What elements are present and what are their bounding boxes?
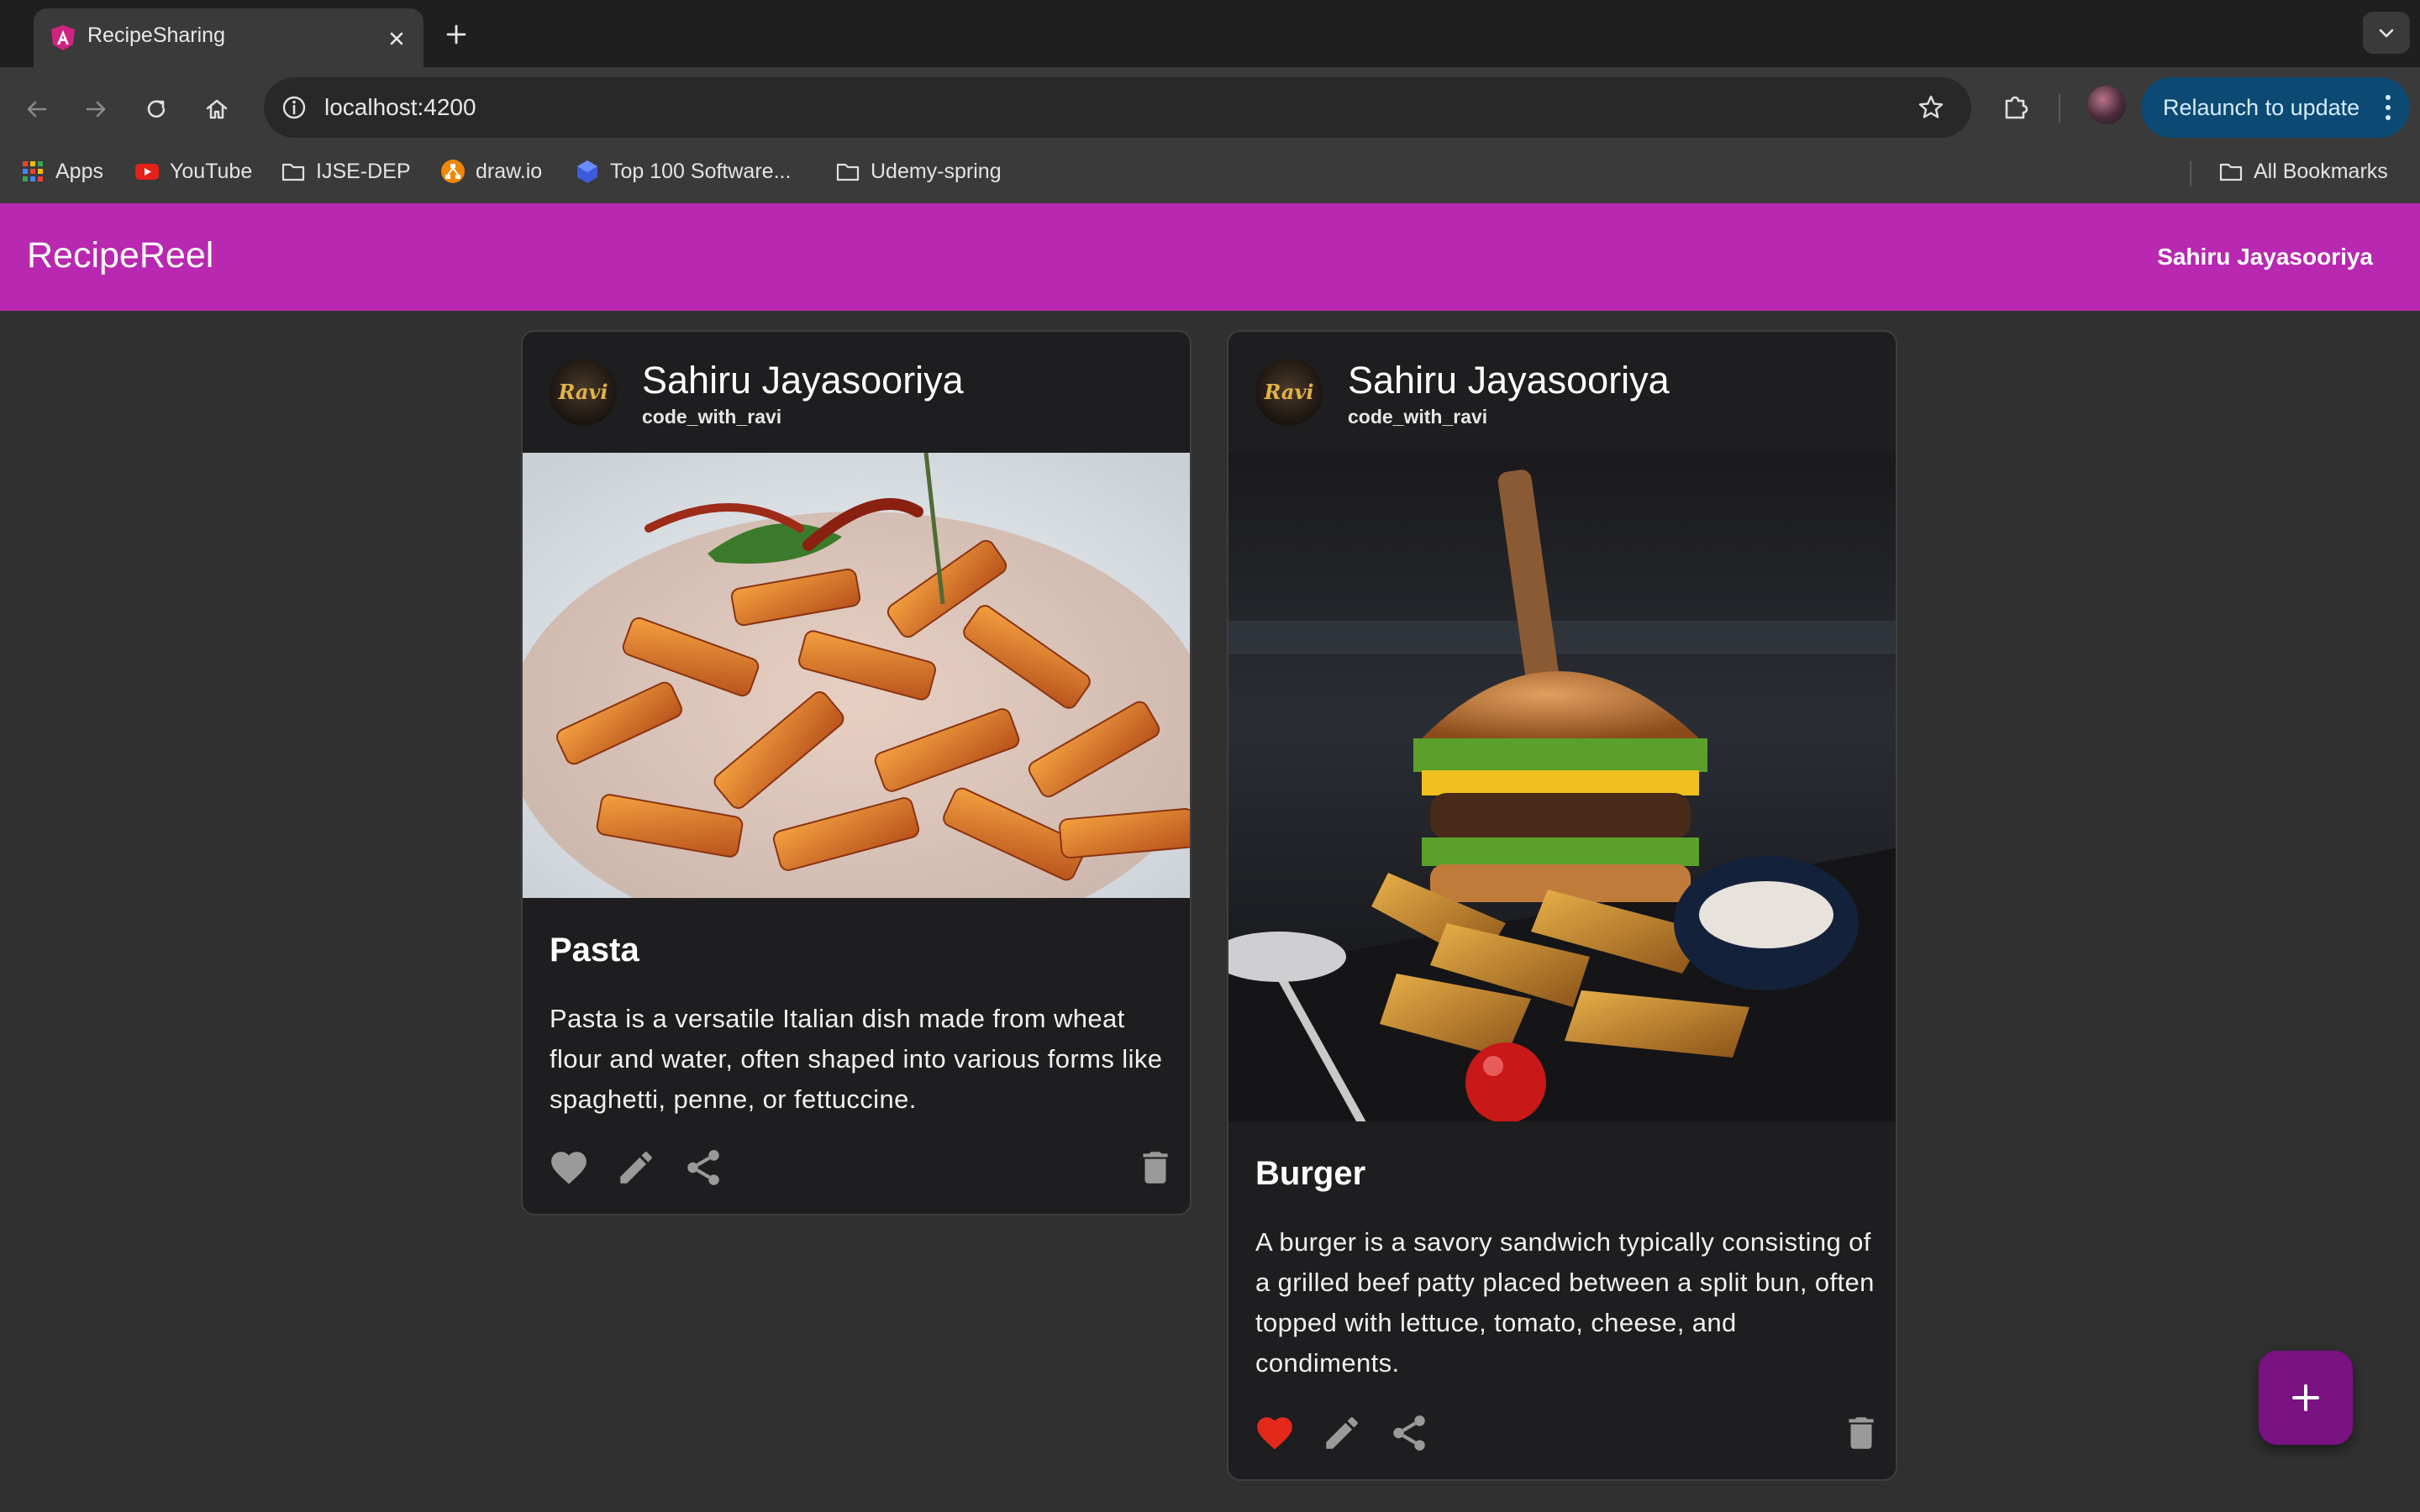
url-text: localhost:4200 bbox=[324, 94, 476, 120]
tab-title: RecipeSharing bbox=[87, 24, 225, 47]
bookmark-label: Apps bbox=[55, 159, 103, 183]
bookmarks-bar: Apps YouTube IJSE-DEP draw.io Top 100 So… bbox=[0, 148, 2420, 195]
pencil-icon bbox=[620, 1152, 652, 1184]
heart-icon bbox=[1257, 1417, 1292, 1450]
app-header: RecipeReel Sahiru Jayasooriya bbox=[0, 203, 2420, 311]
share-icon bbox=[687, 1150, 719, 1185]
share-button[interactable] bbox=[682, 1147, 724, 1189]
bookmarks-divider bbox=[2190, 161, 2191, 186]
all-bookmarks-label: All Bookmarks bbox=[2254, 159, 2388, 183]
angular-favicon-icon bbox=[51, 25, 75, 50]
delete-button[interactable] bbox=[1134, 1147, 1176, 1189]
cube-icon bbox=[577, 160, 597, 183]
puzzle-icon bbox=[2005, 96, 2028, 119]
header-user-name[interactable]: Sahiru Jayasooriya bbox=[2157, 244, 2373, 270]
pasta-photo bbox=[523, 453, 1190, 898]
bookmark-apps[interactable]: Apps bbox=[20, 156, 103, 186]
plus-icon bbox=[2292, 1384, 2319, 1411]
back-button[interactable] bbox=[17, 89, 57, 129]
bookmark-label: draw.io bbox=[476, 159, 543, 183]
drawio-icon bbox=[441, 160, 465, 183]
bookmark-label: Top 100 Software... bbox=[610, 159, 792, 183]
apps-grid-icon bbox=[23, 161, 43, 181]
bookmark-label: IJSE-DEP bbox=[316, 159, 411, 183]
address-bar[interactable]: localhost:4200 bbox=[264, 77, 1971, 138]
trash-icon bbox=[1143, 1152, 1168, 1184]
all-bookmarks[interactable]: All Bookmarks bbox=[2218, 156, 2388, 186]
pencil-icon bbox=[1326, 1417, 1358, 1449]
chevron-down-icon bbox=[2379, 29, 2394, 38]
card-author-handle: code_with_ravi bbox=[1348, 406, 1488, 428]
folder-icon bbox=[281, 163, 305, 181]
recipe-image-pasta bbox=[523, 453, 1190, 898]
profile-avatar[interactable] bbox=[2087, 86, 2126, 124]
arrow-right-icon bbox=[86, 101, 106, 118]
delete-button[interactable] bbox=[1840, 1412, 1882, 1454]
forward-button[interactable] bbox=[76, 89, 116, 129]
svg-text:Ravi: Ravi bbox=[557, 380, 608, 404]
add-recipe-button[interactable] bbox=[2259, 1351, 2353, 1445]
card-author-handle: code_with_ravi bbox=[642, 406, 782, 428]
relaunch-label: Relaunch to update bbox=[2163, 95, 2360, 120]
extensions-button[interactable] bbox=[1996, 87, 2037, 128]
folder-icon bbox=[2219, 163, 2243, 181]
card-author-name: Sahiru Jayasooriya bbox=[1348, 359, 1670, 402]
browser-tabstrip: RecipeSharing bbox=[0, 0, 2420, 67]
recipe-image-burger bbox=[1228, 453, 1896, 1121]
card-title: Pasta bbox=[550, 932, 639, 969]
site-info-icon[interactable] bbox=[279, 92, 309, 123]
heart-icon bbox=[551, 1152, 587, 1184]
bookmark-label: Udemy-spring bbox=[871, 159, 1002, 183]
trash-icon bbox=[1849, 1417, 1874, 1449]
like-button[interactable] bbox=[1254, 1412, 1296, 1454]
like-button[interactable] bbox=[548, 1147, 590, 1189]
relaunch-button[interactable]: Relaunch to update bbox=[2141, 77, 2410, 138]
home-icon bbox=[206, 99, 228, 119]
edit-button[interactable] bbox=[1321, 1412, 1363, 1454]
toolbar-divider bbox=[2059, 94, 2060, 123]
bookmark-folder-udemy[interactable]: Udemy-spring bbox=[835, 156, 1002, 186]
browser-tab[interactable]: RecipeSharing bbox=[34, 8, 424, 67]
avatar: Ravi bbox=[1255, 359, 1323, 426]
avatar: Ravi bbox=[550, 359, 617, 426]
card-description: A burger is a savory sandwich typically … bbox=[1255, 1227, 1875, 1378]
more-vert-icon bbox=[2386, 95, 2391, 120]
arrow-left-icon bbox=[27, 101, 47, 118]
edit-button[interactable] bbox=[615, 1147, 657, 1189]
app-title[interactable]: RecipeReel bbox=[27, 235, 213, 276]
youtube-icon bbox=[135, 164, 159, 180]
svg-text:Ravi: Ravi bbox=[1263, 380, 1313, 404]
bookmark-drawio[interactable]: draw.io bbox=[440, 156, 542, 186]
bookmark-folder-ijse[interactable]: IJSE-DEP bbox=[281, 156, 411, 186]
avatar-logo: Ravi bbox=[1263, 380, 1313, 404]
reload-button[interactable] bbox=[136, 89, 176, 129]
recipe-card: Ravi Sahiru Jayasooriya code_with_ravi bbox=[1227, 330, 1897, 1481]
share-button[interactable] bbox=[1388, 1412, 1430, 1454]
folder-icon bbox=[836, 163, 860, 181]
home-button[interactable] bbox=[197, 89, 237, 129]
recipe-card: Ravi Sahiru Jayasooriya code_with_ravi bbox=[521, 330, 1192, 1215]
star-icon[interactable] bbox=[1916, 92, 1946, 123]
new-tab-icon[interactable] bbox=[440, 18, 472, 50]
card-description: Pasta is a versatile Italian dish made f… bbox=[550, 1004, 1163, 1114]
burger-photo bbox=[1228, 453, 1896, 1121]
card-title: Burger bbox=[1255, 1155, 1366, 1192]
bookmark-youtube[interactable]: YouTube bbox=[134, 156, 252, 186]
bookmark-label: YouTube bbox=[170, 159, 253, 183]
card-author-name: Sahiru Jayasooriya bbox=[642, 359, 964, 402]
bookmark-top100[interactable]: Top 100 Software... bbox=[575, 156, 791, 186]
close-tab-icon[interactable] bbox=[385, 27, 408, 50]
reload-icon bbox=[147, 100, 166, 118]
share-icon bbox=[1393, 1415, 1425, 1451]
tab-search-button[interactable] bbox=[2363, 12, 2410, 54]
avatar-logo: Ravi bbox=[557, 380, 608, 404]
